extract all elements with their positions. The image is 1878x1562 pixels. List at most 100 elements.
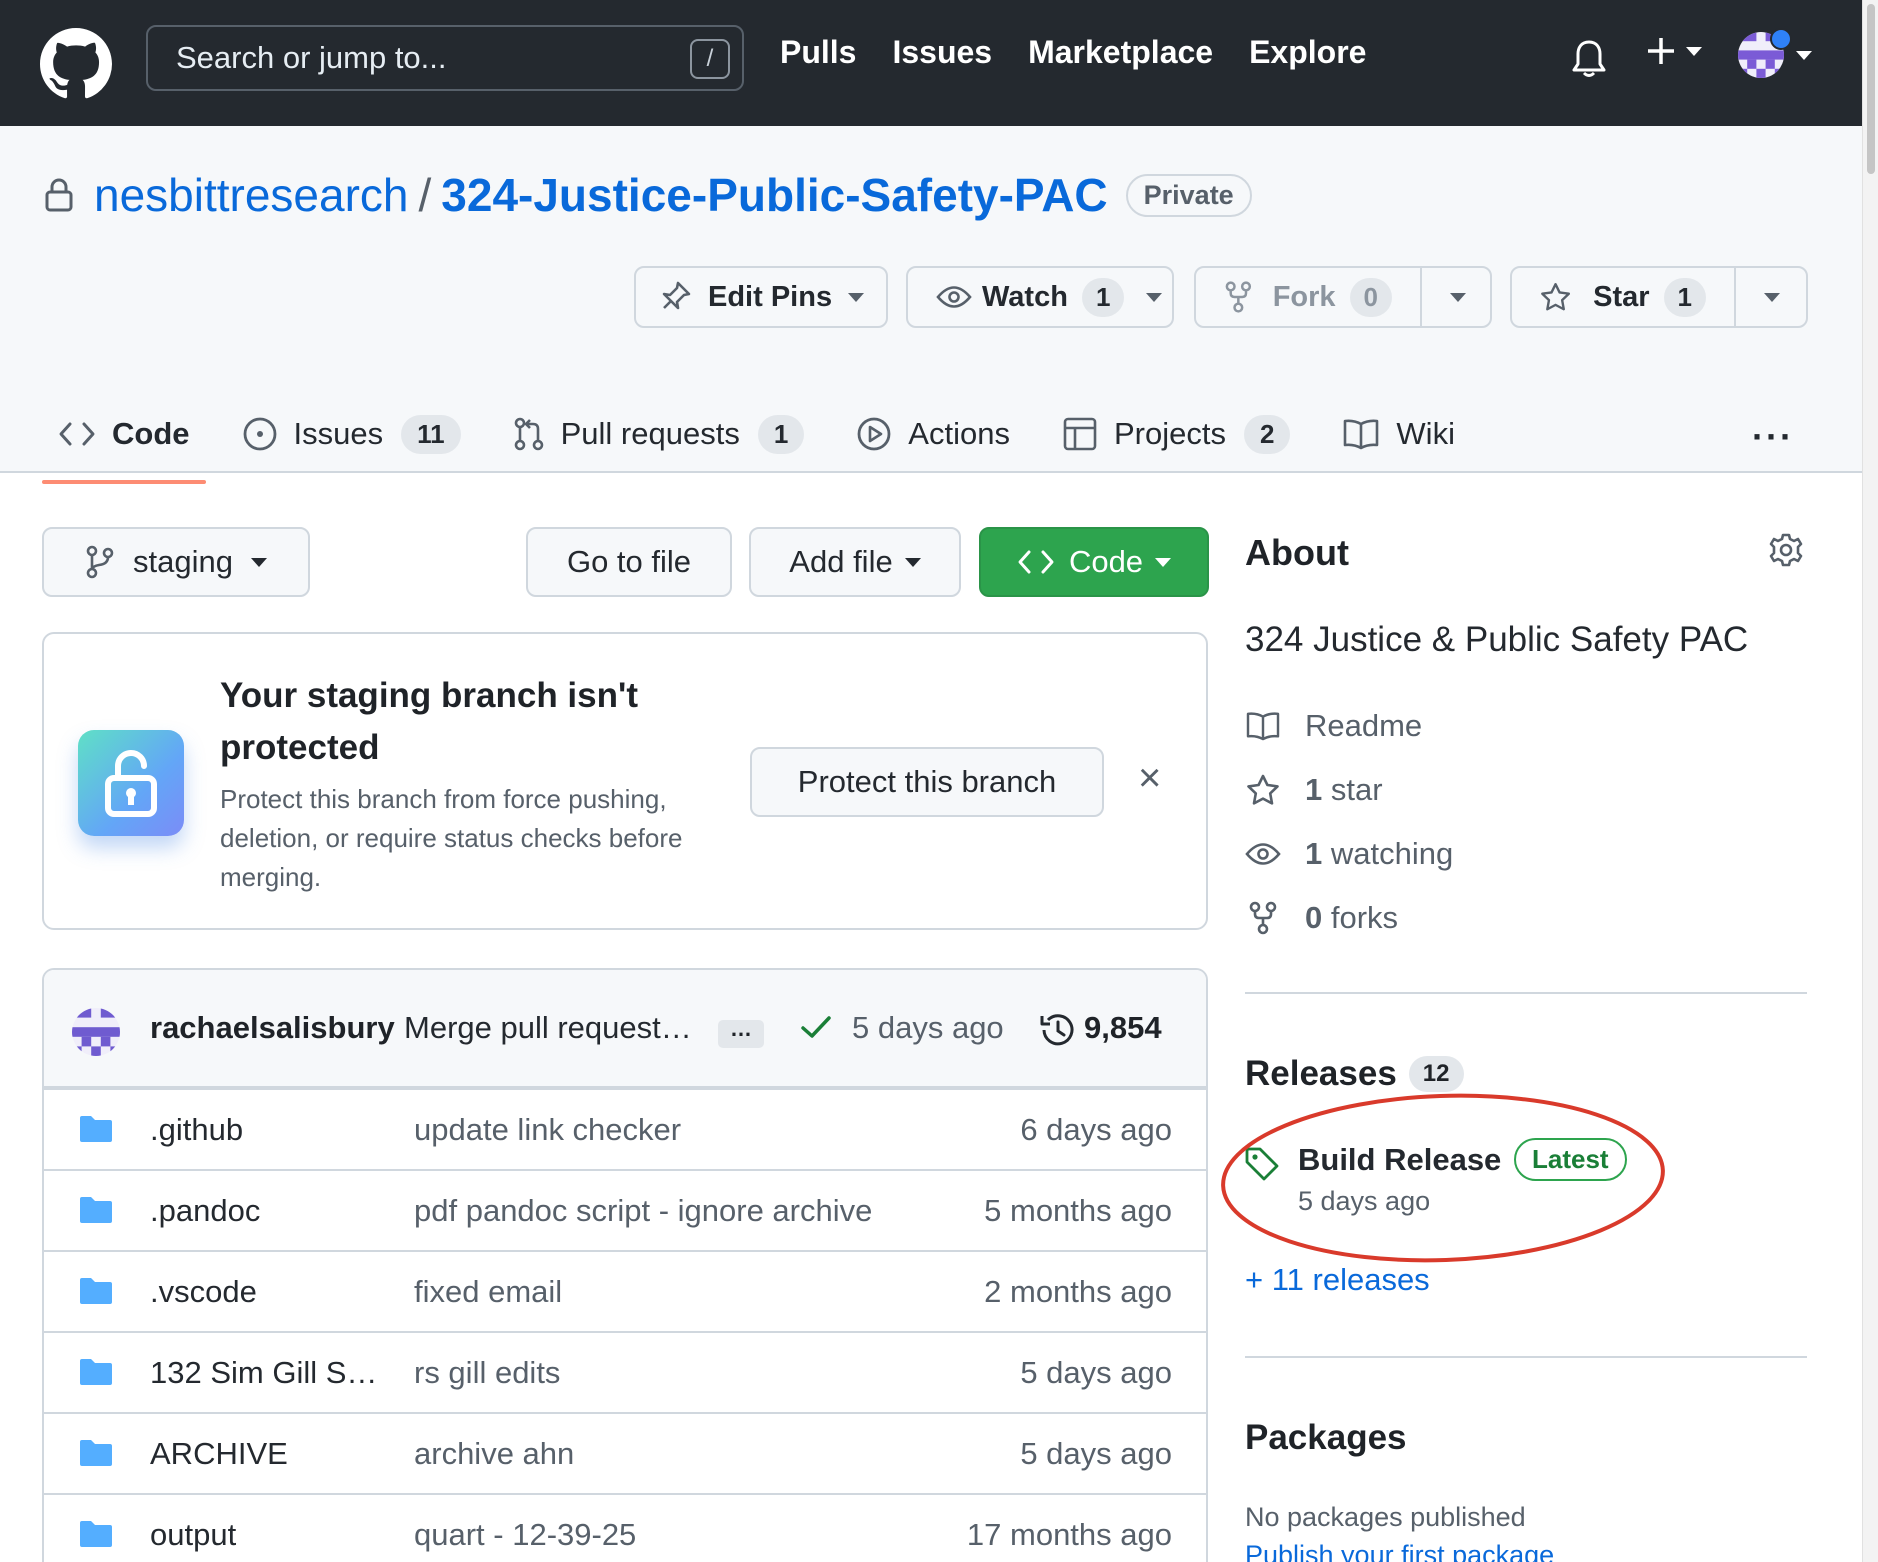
commit-author-avatar[interactable]: [72, 1008, 120, 1056]
search-box[interactable]: /: [146, 25, 744, 91]
check-icon[interactable]: [800, 1014, 832, 1040]
create-new-button[interactable]: [1646, 36, 1702, 66]
history-icon[interactable]: [1038, 1012, 1076, 1048]
code-dropdown-button[interactable]: Code: [979, 527, 1209, 597]
file-commit-message[interactable]: update link checker: [414, 1112, 681, 1148]
packages-heading[interactable]: Packages: [1245, 1418, 1407, 1458]
star-icon: [1541, 283, 1571, 311]
file-commit-message[interactable]: rs gill edits: [414, 1355, 560, 1391]
tab-pull-requests[interactable]: Pull requests 1: [495, 396, 823, 472]
more-releases-link[interactable]: + 11 releases: [1245, 1262, 1430, 1298]
global-header: / Pulls Issues Marketplace Explore: [0, 0, 1862, 126]
chevron-down-icon: [1764, 292, 1780, 302]
page-scrollbar[interactable]: [1862, 0, 1878, 1562]
releases-heading[interactable]: Releases 12: [1245, 1054, 1464, 1094]
user-menu-button[interactable]: [1738, 28, 1812, 78]
releases-count: 12: [1408, 1056, 1464, 1092]
tab-actions-label: Actions: [908, 416, 1010, 451]
latest-commit-bar: rachaelsalisbury Merge pull request… … 5…: [44, 970, 1206, 1088]
more-tabs-button[interactable]: ···: [1752, 416, 1794, 458]
tab-code[interactable]: Code: [40, 396, 208, 484]
file-commit-message[interactable]: pdf pandoc script - ignore archive: [414, 1193, 872, 1229]
stars-count: 1: [1305, 772, 1323, 807]
folder-icon: [80, 1116, 112, 1142]
github-logo-icon[interactable]: [40, 28, 112, 100]
branch-select-button[interactable]: staging: [42, 527, 310, 597]
fork-menu-button[interactable]: [1420, 268, 1494, 326]
nav-explore[interactable]: Explore: [1249, 34, 1366, 71]
visibility-badge: Private: [1125, 173, 1252, 217]
folder-icon: [80, 1359, 112, 1385]
chevron-down-icon: [1686, 46, 1702, 56]
fork-icon: [1225, 281, 1252, 313]
star-button[interactable]: Star 1: [1512, 268, 1734, 326]
file-row[interactable]: .github update link checker 6 days ago: [44, 1088, 1206, 1169]
tab-issues[interactable]: Issues 11: [224, 396, 479, 472]
close-icon[interactable]: ×: [1138, 756, 1161, 801]
add-file-label: Add file: [789, 544, 893, 579]
eye-icon: [936, 286, 972, 308]
code-icon: [1018, 550, 1054, 574]
sidebar-divider: [1245, 992, 1807, 994]
star-button-group: Star 1: [1510, 266, 1808, 328]
repo-owner-link[interactable]: nesbittresearch: [94, 168, 409, 222]
star-menu-button[interactable]: [1734, 268, 1808, 326]
file-time: 6 days ago: [1020, 1112, 1172, 1147]
nav-marketplace[interactable]: Marketplace: [1028, 34, 1213, 71]
unlock-icon: [105, 750, 157, 817]
forks-label: forks: [1330, 900, 1399, 935]
tab-wiki[interactable]: Wiki: [1324, 396, 1473, 472]
readme-link[interactable]: Readme: [1245, 708, 1422, 744]
forks-link[interactable]: 0 forks: [1245, 900, 1398, 936]
file-name[interactable]: ARCHIVE: [150, 1436, 288, 1472]
edit-pins-label: Edit Pins: [708, 280, 833, 313]
tab-actions[interactable]: Actions: [838, 396, 1028, 472]
file-row[interactable]: output quart - 12-39-25 17 months ago: [44, 1493, 1206, 1562]
file-row[interactable]: 132 Sim Gill S… rs gill edits 5 days ago: [44, 1331, 1206, 1412]
fork-label: Fork: [1272, 280, 1336, 313]
bell-icon[interactable]: [1572, 38, 1606, 78]
fork-button[interactable]: Fork 0: [1196, 268, 1420, 326]
file-commit-message[interactable]: fixed email: [414, 1274, 562, 1310]
nav-pulls[interactable]: Pulls: [780, 34, 856, 71]
edit-pins-button[interactable]: Edit Pins: [634, 266, 888, 328]
protect-branch-button[interactable]: Protect this branch: [750, 747, 1104, 817]
publish-package-link[interactable]: Publish your first package: [1245, 1540, 1554, 1562]
stars-link[interactable]: 1 star: [1245, 772, 1383, 808]
file-row[interactable]: ARCHIVE archive ahn 5 days ago: [44, 1412, 1206, 1493]
protection-title: Your staging branch isn't protected: [220, 676, 638, 767]
file-name[interactable]: .pandoc: [150, 1193, 260, 1229]
tab-projects-label: Projects: [1113, 416, 1226, 451]
code-icon: [59, 422, 95, 446]
gear-icon[interactable]: [1768, 532, 1804, 568]
commit-message[interactable]: Merge pull request…: [404, 1010, 692, 1046]
file-row[interactable]: .vscode fixed email 2 months ago: [44, 1250, 1206, 1331]
file-commit-message[interactable]: quart - 12-39-25: [414, 1517, 636, 1553]
file-row[interactable]: .pandoc pdf pandoc script - ignore archi…: [44, 1169, 1206, 1250]
star-icon: [1247, 774, 1279, 805]
file-name[interactable]: 132 Sim Gill S…: [150, 1355, 377, 1391]
commit-count[interactable]: 9,854: [1084, 1010, 1162, 1046]
watchers-link[interactable]: 1 watching: [1245, 836, 1453, 872]
commit-time[interactable]: 5 days ago: [852, 1010, 1004, 1046]
fork-icon: [1249, 901, 1277, 935]
expand-commit-button[interactable]: …: [718, 1018, 764, 1048]
watch-button[interactable]: Watch 1: [906, 266, 1174, 328]
nav-issues[interactable]: Issues: [892, 34, 992, 71]
file-commit-message[interactable]: archive ahn: [414, 1436, 574, 1472]
go-to-file-button[interactable]: Go to file: [526, 527, 732, 597]
file-name[interactable]: .github: [150, 1112, 243, 1148]
file-name[interactable]: .vscode: [150, 1274, 257, 1310]
file-name[interactable]: output: [150, 1517, 236, 1553]
file-time: 5 days ago: [1020, 1436, 1172, 1471]
pin-icon: [662, 281, 691, 310]
notification-dot: [1770, 28, 1792, 50]
repo-name-link[interactable]: 324-Justice-Public-Safety-PAC: [441, 168, 1107, 222]
tab-issues-count: 11: [401, 414, 461, 454]
search-input[interactable]: [148, 27, 742, 89]
scrollbar-thumb[interactable]: [1867, 4, 1875, 174]
commit-author[interactable]: rachaelsalisbury: [150, 1010, 395, 1046]
add-file-button[interactable]: Add file: [749, 527, 961, 597]
tab-projects[interactable]: Projects 2: [1044, 396, 1308, 472]
plus-icon: [1648, 38, 1674, 64]
